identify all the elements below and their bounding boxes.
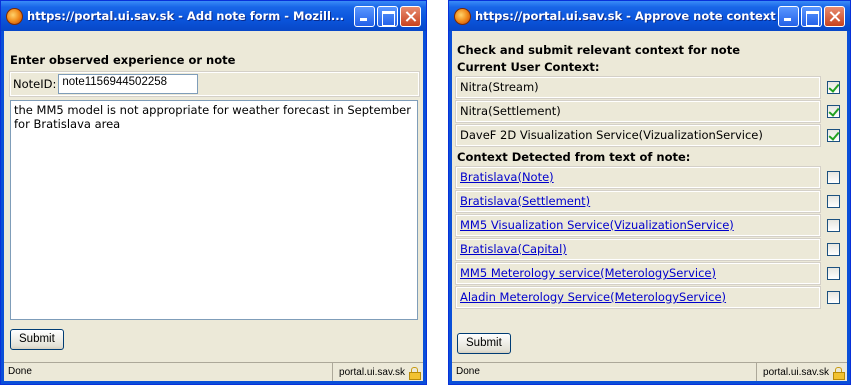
detected-row: Bratislava(Note) bbox=[455, 166, 844, 189]
close-icon[interactable] bbox=[400, 5, 421, 27]
context-row: DaveF 2D Visualization Service(Vizualiza… bbox=[455, 124, 844, 147]
submit-button[interactable]: Submit bbox=[457, 333, 511, 354]
minimize-icon[interactable] bbox=[778, 5, 799, 27]
detected-checkbox[interactable] bbox=[826, 171, 840, 184]
window-title: https://portal.ui.sav.sk - Approve note … bbox=[475, 9, 778, 23]
detected-checkbox[interactable] bbox=[826, 267, 840, 280]
maximize-icon[interactable] bbox=[377, 5, 398, 27]
context-checkbox[interactable] bbox=[826, 81, 840, 94]
status-bar: Done portal.ui.sav.sk bbox=[4, 362, 423, 381]
detected-row: Aladin Meterology Service(MeterologyServ… bbox=[455, 286, 844, 309]
page-content: Check and submit relevant context for no… bbox=[452, 31, 847, 362]
detected-link[interactable]: Bratislava(Note) bbox=[455, 166, 821, 189]
firefox-icon bbox=[454, 7, 471, 25]
close-icon[interactable] bbox=[824, 5, 845, 27]
detected-row: Bratislava(Capital) bbox=[455, 238, 844, 261]
context-label: DaveF 2D Visualization Service(Vizualiza… bbox=[455, 124, 821, 147]
approve-context-window: https://portal.ui.sav.sk - Approve note … bbox=[448, 0, 851, 385]
note-id-row: NoteID: note1156944502258 bbox=[9, 71, 420, 97]
detected-checkbox[interactable] bbox=[826, 219, 840, 232]
detected-context-heading: Context Detected from text of note: bbox=[457, 150, 691, 164]
detected-row: Bratislava(Settlement) bbox=[455, 190, 844, 213]
status-domain: portal.ui.sav.sk bbox=[333, 364, 423, 381]
detected-checkbox[interactable] bbox=[826, 195, 840, 208]
status-domain: portal.ui.sav.sk bbox=[757, 364, 847, 381]
title-bar[interactable]: https://portal.ui.sav.sk - Add note form… bbox=[1, 1, 426, 31]
page-content: Enter observed experience or note NoteID… bbox=[4, 31, 423, 362]
lock-icon[interactable] bbox=[833, 366, 845, 380]
detected-link[interactable]: Bratislava(Capital) bbox=[455, 238, 821, 261]
context-row: Nitra(Stream) bbox=[455, 76, 844, 99]
context-checkbox[interactable] bbox=[826, 129, 840, 142]
note-id-label: NoteID: bbox=[13, 77, 57, 91]
lock-icon[interactable] bbox=[409, 366, 421, 380]
context-row: Nitra(Settlement) bbox=[455, 100, 844, 123]
detected-checkbox[interactable] bbox=[826, 291, 840, 304]
status-text: Done bbox=[4, 363, 334, 381]
add-note-window: https://portal.ui.sav.sk - Add note form… bbox=[0, 0, 427, 385]
detected-link[interactable]: MM5 Visualization Service(VizualizationS… bbox=[455, 214, 821, 237]
status-domain-text: portal.ui.sav.sk bbox=[763, 366, 829, 378]
maximize-icon[interactable] bbox=[801, 5, 822, 27]
context-label: Nitra(Settlement) bbox=[455, 100, 821, 123]
page-heading: Enter observed experience or note bbox=[10, 53, 236, 67]
note-textarea[interactable]: the MM5 model is not appropriate for wea… bbox=[10, 100, 418, 320]
detected-row: MM5 Meterology service(MeterologyService… bbox=[455, 262, 844, 285]
firefox-icon bbox=[6, 7, 23, 25]
user-context-heading: Current User Context: bbox=[457, 60, 600, 74]
detected-link[interactable]: Aladin Meterology Service(MeterologyServ… bbox=[455, 286, 821, 309]
context-checkbox[interactable] bbox=[826, 105, 840, 118]
detected-link[interactable]: MM5 Meterology service(MeterologyService… bbox=[455, 262, 821, 285]
status-text: Done bbox=[452, 363, 758, 381]
status-domain-text: portal.ui.sav.sk bbox=[339, 366, 405, 378]
submit-button[interactable]: Submit bbox=[10, 329, 64, 350]
detected-checkbox[interactable] bbox=[826, 243, 840, 256]
context-label: Nitra(Stream) bbox=[455, 76, 821, 99]
detected-link[interactable]: Bratislava(Settlement) bbox=[455, 190, 821, 213]
status-bar: Done portal.ui.sav.sk bbox=[452, 362, 847, 381]
note-id-input[interactable]: note1156944502258 bbox=[58, 74, 199, 94]
window-title: https://portal.ui.sav.sk - Add note form… bbox=[27, 9, 344, 23]
title-bar[interactable]: https://portal.ui.sav.sk - Approve note … bbox=[449, 1, 850, 31]
page-heading: Check and submit relevant context for no… bbox=[457, 43, 741, 57]
detected-row: MM5 Visualization Service(VizualizationS… bbox=[455, 214, 844, 237]
minimize-icon[interactable] bbox=[354, 5, 375, 27]
